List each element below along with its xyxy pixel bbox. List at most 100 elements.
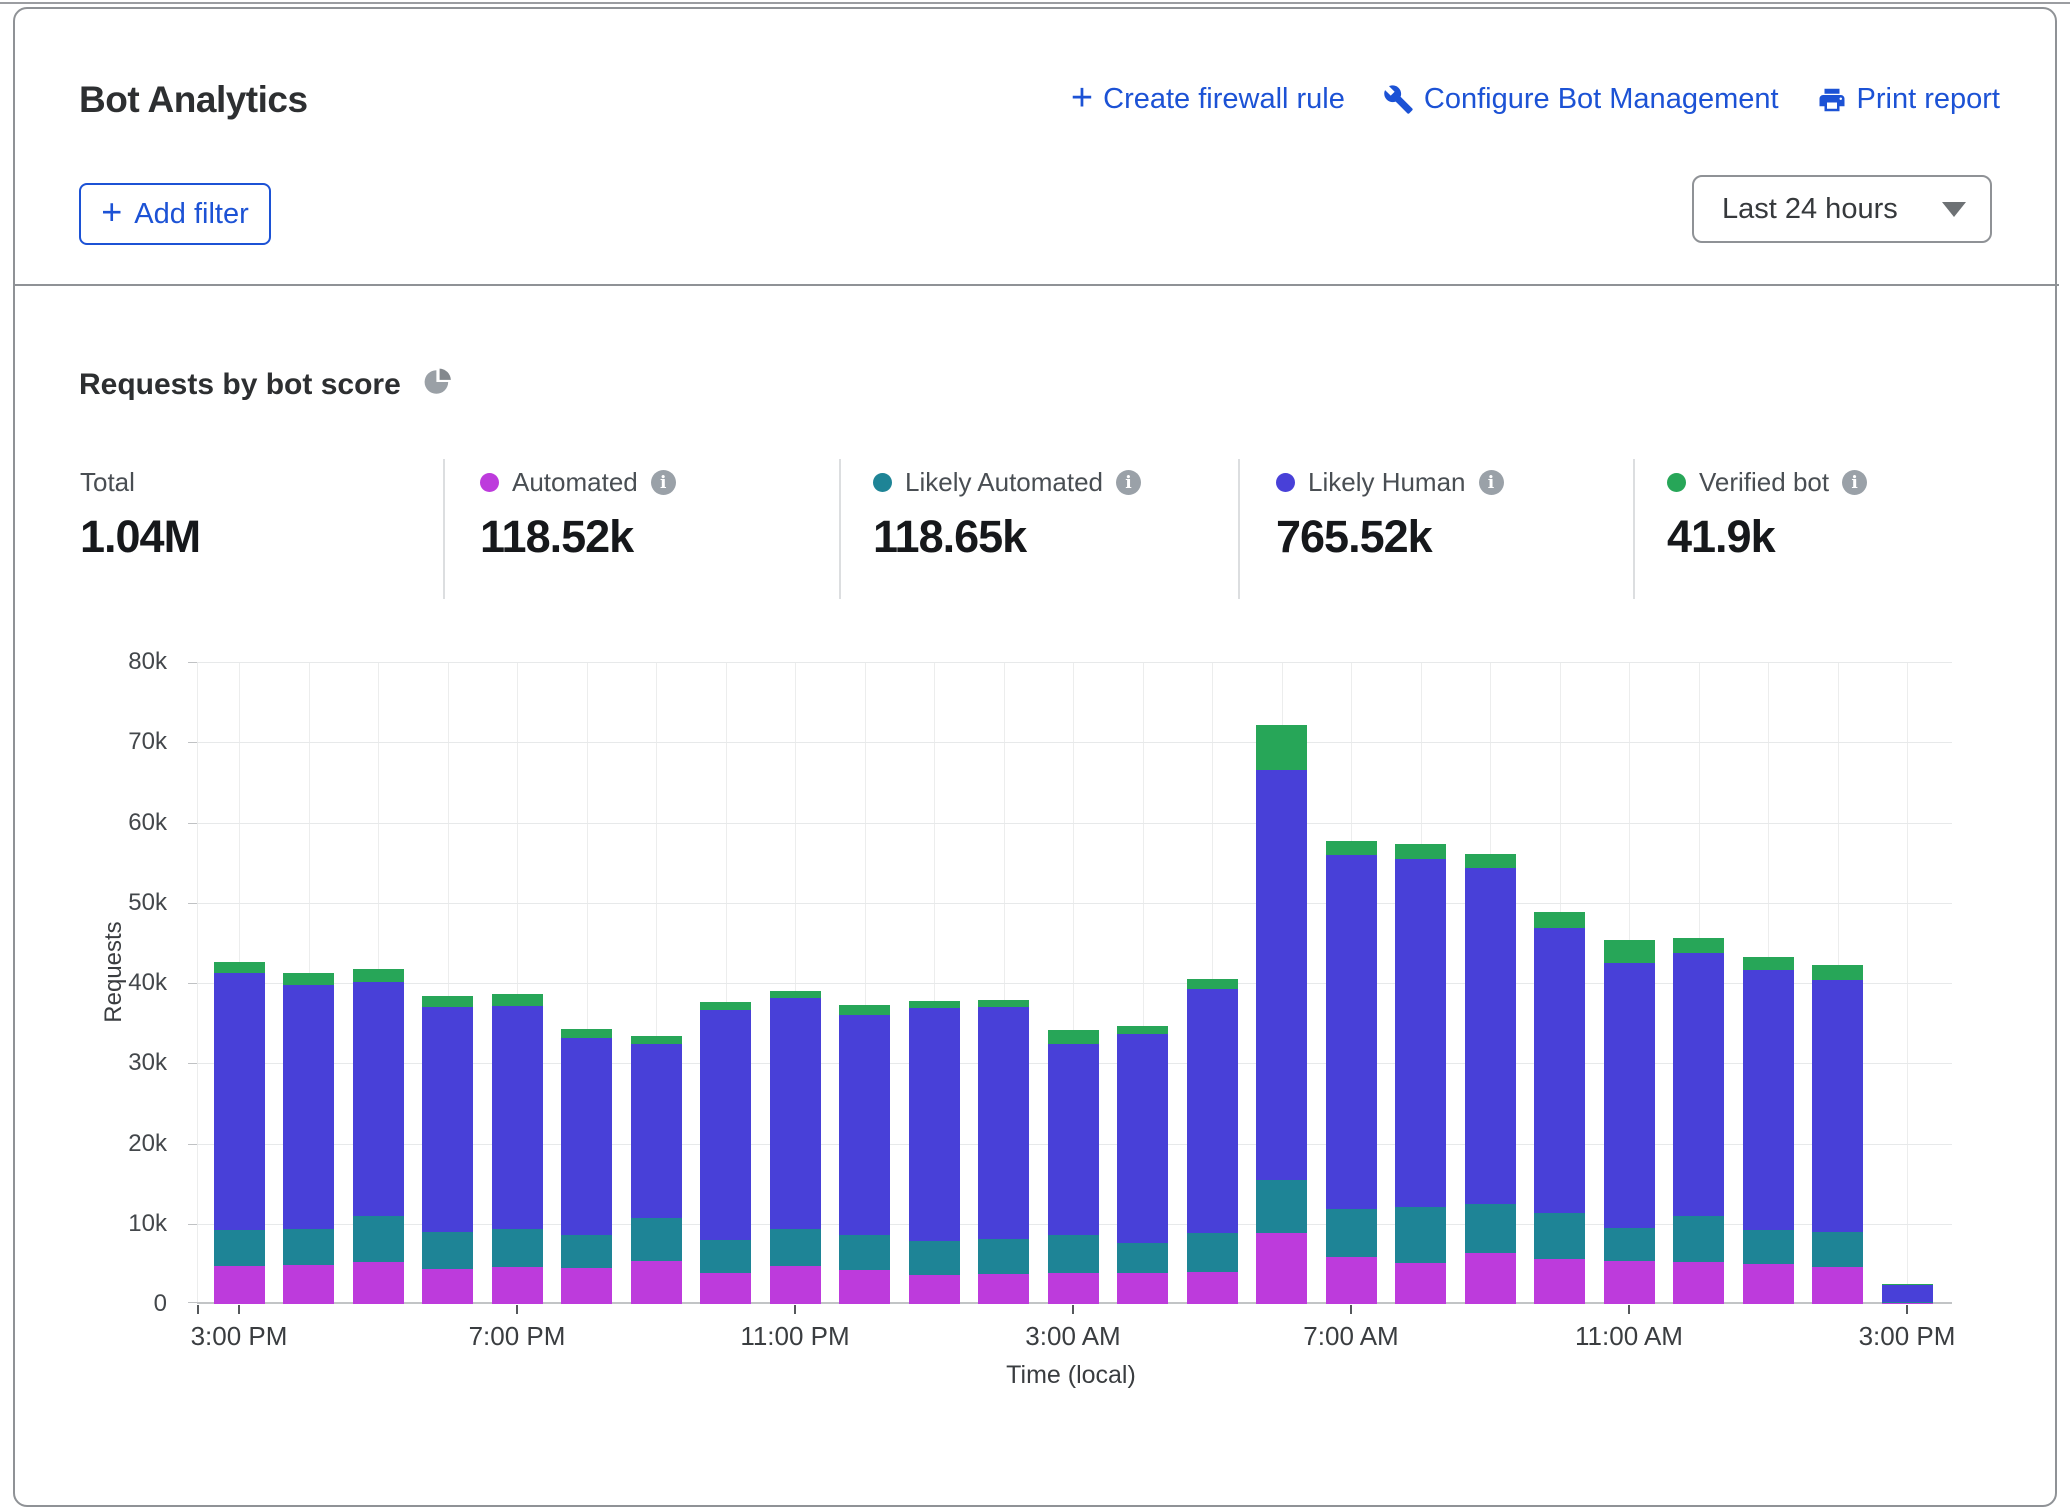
bar-segment-likely-automated[interactable]	[492, 1229, 543, 1267]
bar-segment-likely-automated[interactable]	[909, 1241, 960, 1276]
bar-segment-verified-bot[interactable]	[978, 1000, 1029, 1007]
bar-segment-verified-bot[interactable]	[353, 969, 404, 982]
bar-3-00-pm[interactable]	[1882, 1284, 1933, 1304]
bar-segment-likely-automated[interactable]	[1743, 1230, 1794, 1264]
bar-segment-verified-bot[interactable]	[1743, 957, 1794, 971]
bar-5-00-pm[interactable]	[353, 969, 404, 1304]
bar-segment-verified-bot[interactable]	[1117, 1026, 1168, 1033]
bar-segment-likely-human[interactable]	[1187, 989, 1238, 1232]
bar-segment-likely-human[interactable]	[909, 1008, 960, 1241]
bar-segment-likely-automated[interactable]	[631, 1218, 682, 1261]
bar-segment-verified-bot[interactable]	[770, 991, 821, 998]
bar-segment-likely-automated[interactable]	[1256, 1180, 1307, 1232]
configure-bot-management-link[interactable]: Configure Bot Management	[1383, 83, 1779, 116]
add-filter-button[interactable]: + Add filter	[79, 183, 271, 245]
bar-segment-automated[interactable]	[492, 1267, 543, 1304]
bar-1-00-am[interactable]	[909, 1001, 960, 1304]
bar-segment-verified-bot[interactable]	[214, 962, 265, 972]
bar-segment-automated[interactable]	[353, 1262, 404, 1304]
bar-segment-automated[interactable]	[631, 1261, 682, 1304]
bar-1-00-pm[interactable]	[1743, 957, 1794, 1304]
bar-segment-verified-bot[interactable]	[1187, 979, 1238, 989]
bar-segment-likely-human[interactable]	[353, 982, 404, 1216]
bar-segment-verified-bot[interactable]	[1326, 841, 1377, 855]
bar-segment-likely-human[interactable]	[1326, 855, 1377, 1210]
bar-segment-likely-automated[interactable]	[1534, 1213, 1585, 1260]
bar-segment-verified-bot[interactable]	[1534, 912, 1585, 927]
bar-segment-automated[interactable]	[839, 1270, 890, 1304]
bar-segment-likely-human[interactable]	[1048, 1044, 1099, 1235]
bar-10-00-am[interactable]	[1534, 912, 1585, 1304]
bar-12-00-pm[interactable]	[1673, 938, 1724, 1304]
bar-12-00-am[interactable]	[839, 1005, 890, 1304]
bar-segment-verified-bot[interactable]	[1256, 725, 1307, 771]
bar-segment-likely-human[interactable]	[214, 973, 265, 1231]
bar-segment-automated[interactable]	[1743, 1264, 1794, 1304]
bar-6-00-am[interactable]	[1256, 725, 1307, 1304]
bar-3-00-pm[interactable]	[214, 962, 265, 1304]
bar-segment-verified-bot[interactable]	[1395, 844, 1446, 859]
bar-segment-likely-human[interactable]	[1604, 963, 1655, 1228]
bar-8-00-pm[interactable]	[561, 1029, 612, 1304]
bar-segment-likely-human[interactable]	[492, 1006, 543, 1229]
bar-segment-likely-automated[interactable]	[1326, 1209, 1377, 1257]
bar-segment-verified-bot[interactable]	[1048, 1030, 1099, 1044]
bar-segment-likely-automated[interactable]	[283, 1229, 334, 1265]
info-icon[interactable]: i	[1842, 470, 1867, 495]
bar-segment-likely-automated[interactable]	[214, 1230, 265, 1266]
bar-segment-verified-bot[interactable]	[422, 996, 473, 1007]
bar-segment-likely-automated[interactable]	[700, 1240, 751, 1273]
bar-segment-likely-human[interactable]	[1465, 868, 1516, 1203]
bar-segment-verified-bot[interactable]	[1673, 938, 1724, 953]
info-icon[interactable]: i	[1479, 470, 1504, 495]
bar-segment-automated[interactable]	[1812, 1267, 1863, 1304]
bar-segment-likely-human[interactable]	[1673, 953, 1724, 1215]
info-icon[interactable]: i	[651, 470, 676, 495]
bar-segment-automated[interactable]	[1187, 1272, 1238, 1304]
bar-segment-likely-human[interactable]	[1117, 1034, 1168, 1243]
bar-7-00-pm[interactable]	[492, 994, 543, 1304]
bar-segment-automated[interactable]	[1882, 1303, 1933, 1304]
bar-segment-likely-human[interactable]	[1882, 1284, 1933, 1302]
bar-9-00-am[interactable]	[1465, 854, 1516, 1304]
bar-segment-likely-automated[interactable]	[770, 1229, 821, 1266]
bar-segment-likely-automated[interactable]	[1395, 1207, 1446, 1263]
bar-segment-likely-human[interactable]	[1256, 770, 1307, 1180]
bar-segment-automated[interactable]	[978, 1274, 1029, 1304]
bar-segment-likely-human[interactable]	[700, 1010, 751, 1240]
bar-segment-likely-automated[interactable]	[422, 1232, 473, 1269]
bar-segment-likely-automated[interactable]	[1812, 1232, 1863, 1267]
bar-segment-likely-automated[interactable]	[1117, 1243, 1168, 1273]
bar-segment-automated[interactable]	[1256, 1233, 1307, 1304]
bar-segment-verified-bot[interactable]	[492, 994, 543, 1006]
bar-segment-verified-bot[interactable]	[561, 1029, 612, 1038]
bar-segment-automated[interactable]	[283, 1265, 334, 1304]
print-report-link[interactable]: Print report	[1817, 83, 2000, 116]
bar-segment-verified-bot[interactable]	[1604, 940, 1655, 963]
bar-segment-likely-human[interactable]	[1743, 970, 1794, 1230]
bar-segment-likely-human[interactable]	[422, 1007, 473, 1232]
bar-4-00-am[interactable]	[1117, 1026, 1168, 1304]
bar-segment-verified-bot[interactable]	[700, 1002, 751, 1010]
info-icon[interactable]: i	[1116, 470, 1141, 495]
time-range-select[interactable]: Last 24 hours	[1692, 175, 1992, 243]
bar-9-00-pm[interactable]	[631, 1036, 682, 1304]
bar-8-00-am[interactable]	[1395, 844, 1446, 1304]
bar-segment-likely-human[interactable]	[978, 1007, 1029, 1239]
bar-segment-likely-automated[interactable]	[1465, 1204, 1516, 1254]
bar-segment-verified-bot[interactable]	[1465, 854, 1516, 868]
bar-segment-likely-human[interactable]	[770, 998, 821, 1229]
bar-6-00-pm[interactable]	[422, 996, 473, 1304]
bar-segment-verified-bot[interactable]	[1812, 965, 1863, 980]
bar-segment-likely-human[interactable]	[631, 1044, 682, 1218]
bar-segment-likely-human[interactable]	[1534, 928, 1585, 1213]
bar-segment-automated[interactable]	[1048, 1273, 1099, 1304]
bar-10-00-pm[interactable]	[700, 1002, 751, 1304]
bar-segment-automated[interactable]	[1326, 1257, 1377, 1304]
bar-3-00-am[interactable]	[1048, 1030, 1099, 1304]
bar-11-00-pm[interactable]	[770, 991, 821, 1304]
bar-segment-likely-human[interactable]	[283, 985, 334, 1230]
bar-segment-automated[interactable]	[1465, 1253, 1516, 1304]
bar-segment-likely-human[interactable]	[839, 1015, 890, 1235]
bar-segment-automated[interactable]	[770, 1266, 821, 1304]
